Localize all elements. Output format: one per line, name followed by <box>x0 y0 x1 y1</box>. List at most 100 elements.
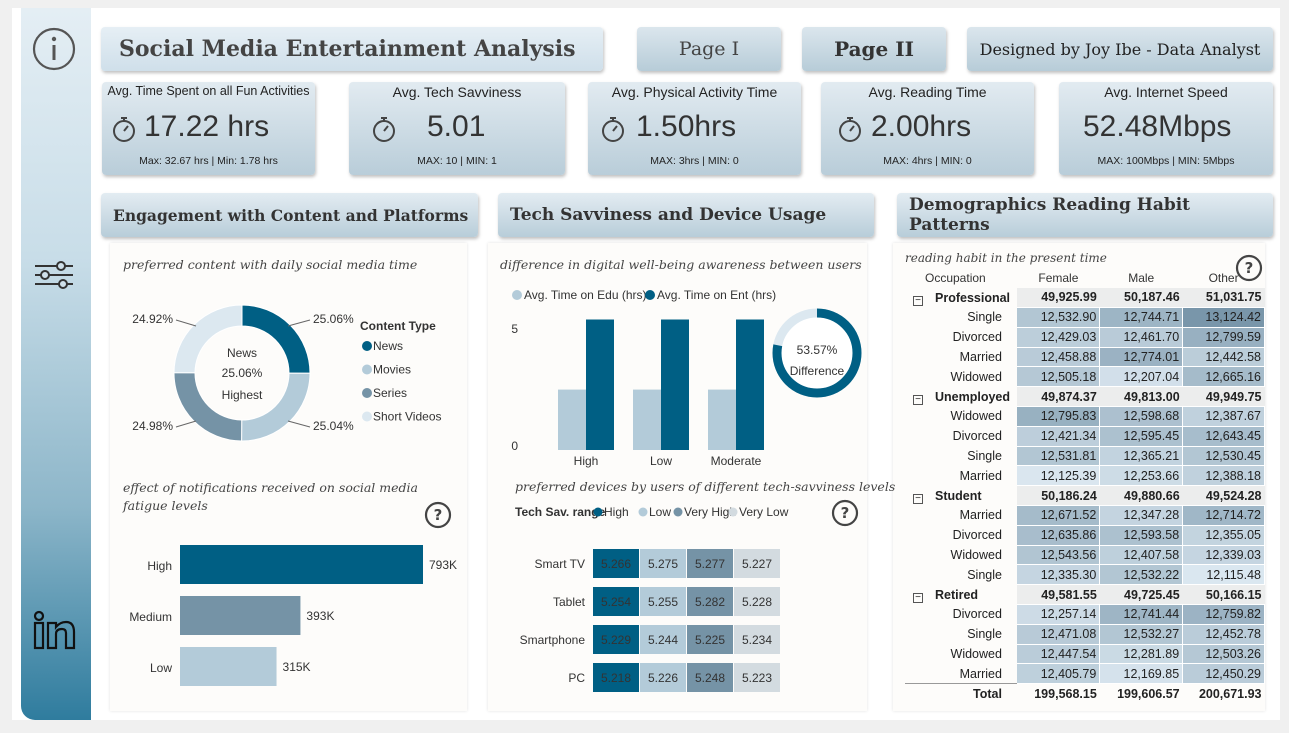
column-header[interactable]: Occupation <box>905 268 1017 288</box>
notif-bar[interactable] <box>180 596 301 635</box>
matrix-group-row[interactable]: − Student 50,186.24 49,880.66 49,524.28 <box>905 485 1265 507</box>
column-bar[interactable] <box>708 389 736 450</box>
notif-chart-title: effect of notifications received on soci… <box>123 480 418 513</box>
leader-line <box>175 420 197 428</box>
column-bar[interactable] <box>633 389 661 450</box>
help-icon[interactable]: ? <box>424 501 452 529</box>
notif-bar[interactable] <box>180 647 277 686</box>
donut-slice[interactable] <box>173 372 243 442</box>
ring-value: 53.57% <box>797 343 838 357</box>
heatmap-value: 5.228 <box>742 595 772 609</box>
matrix-group-row[interactable]: − Retired 49,581.55 49,725.45 50,166.15 <box>905 584 1265 606</box>
legend-swatch <box>638 507 648 517</box>
page-2-button[interactable]: Page II <box>802 27 946 71</box>
matrix-cell: 12,429.03 <box>1016 327 1101 348</box>
matrix-cell: 12,458.88 <box>1016 347 1101 368</box>
filter-sliders-icon[interactable] <box>31 252 77 298</box>
matrix-cell: 12,335.30 <box>1016 564 1101 586</box>
matrix-row: Single 12,531.81 12,365.21 12,530.45 <box>905 446 1265 467</box>
matrix-cell: 12,795.83 <box>1016 406 1101 427</box>
matrix-cell: 12,665.16 <box>1182 366 1265 388</box>
kpi-value: 2.00hrs <box>871 110 972 143</box>
collapse-icon[interactable]: − <box>913 394 923 405</box>
svg-text:?: ? <box>841 504 850 522</box>
matrix-row: Married 12,671.52 12,347.28 12,714.72 <box>905 505 1265 526</box>
row-label: Divorced <box>952 330 1002 345</box>
collapse-icon[interactable]: − <box>913 295 923 306</box>
x-category-label: Moderate <box>711 454 762 468</box>
column-bar[interactable] <box>661 319 689 451</box>
collapse-icon[interactable]: − <box>913 592 923 603</box>
row-label: Single <box>967 449 1002 464</box>
matrix-cell: 12,365.21 <box>1099 446 1184 467</box>
donut-slice[interactable] <box>241 304 311 374</box>
legend-item: High <box>604 505 629 519</box>
column-bar[interactable] <box>586 319 614 451</box>
content-donut-chart[interactable]: 25.06% 25.04% 24.98% 24.92% News 25.06% Highes… <box>110 280 467 460</box>
notification-bar-chart[interactable]: High 793K Medium 393K Low 315K <box>110 535 467 695</box>
matrix-cell: 12,530.45 <box>1182 446 1265 467</box>
legend-swatch <box>512 290 522 300</box>
matrix-cell: 12,407.58 <box>1099 545 1184 566</box>
bar-category-label: High <box>147 559 172 573</box>
donut-slice[interactable] <box>241 372 311 442</box>
column-header[interactable]: Female <box>1017 268 1100 288</box>
matrix-row: Divorced 12,429.03 12,461.70 12,799.59 <box>905 327 1265 348</box>
kpi-internet-speed: Avg. Internet Speed 52.48Mbps MAX: 100Mb… <box>1059 82 1273 175</box>
slice-data-label: 25.06% <box>313 312 354 326</box>
group-total-cell: 50,186.24 <box>1016 485 1100 507</box>
collapse-icon[interactable]: − <box>913 493 923 504</box>
linkedin-icon[interactable] <box>31 608 77 654</box>
wellbeing-column-chart[interactable]: Avg. Time on Edu (hrs) Avg. Time on Ent (… <box>488 280 867 470</box>
matrix-cell: 12,421.34 <box>1016 426 1101 447</box>
group-label[interactable]: − Professional <box>905 288 1017 308</box>
matrix-cell: 13,124.42 <box>1182 307 1265 328</box>
donut-center-value: 25.06% <box>222 366 263 380</box>
matrix-group-row[interactable]: − Professional 49,925.99 50,187.46 51,031.75 <box>905 287 1265 309</box>
sidebar <box>21 8 91 720</box>
matrix-cell: 12,461.70 <box>1099 327 1184 348</box>
reading-habit-matrix[interactable]: Occupation Female Male Other − Profession… <box>905 268 1265 704</box>
group-name: Student <box>935 488 982 503</box>
column-header[interactable]: Other <box>1183 268 1265 288</box>
matrix-cell: 12,595.45 <box>1099 426 1184 447</box>
heatmap-value: 5.254 <box>601 595 631 609</box>
matrix-row: Single 12,532.90 12,744.71 13,124.42 <box>905 307 1265 328</box>
devices-heatmap[interactable]: Tech Sav. rangeHigh Low Very High Very Low S… <box>488 500 828 700</box>
legend-item: News <box>373 339 403 353</box>
legend-swatch <box>362 411 372 422</box>
group-label[interactable]: − Student <box>905 486 1017 506</box>
kpi-title: Avg. Time Spent on all Fun Activities <box>107 84 310 98</box>
donut-slice[interactable] <box>173 304 243 374</box>
group-label[interactable]: − Unemployed <box>905 387 1017 407</box>
column-bar[interactable] <box>558 389 586 450</box>
group-total-cell: 49,874.37 <box>1016 386 1100 408</box>
stopwatch-icon <box>113 117 135 142</box>
kpi-value: 1.50hrs <box>636 110 737 143</box>
kpi-title: Avg. Internet Speed <box>1104 84 1228 100</box>
matrix-group-row[interactable]: − Unemployed 49,874.37 49,813.00 49,949.75 <box>905 386 1265 408</box>
bar-category-label: Medium <box>129 610 172 624</box>
leader-line <box>175 319 197 327</box>
matrix-cell: 12,169.85 <box>1099 663 1184 685</box>
legend-item: Low <box>649 505 671 519</box>
matrix-row: Married 12,125.39 12,253.66 12,388.18 <box>905 465 1265 487</box>
heatmap-value: 5.223 <box>742 671 772 685</box>
column-bar[interactable] <box>736 319 764 451</box>
info-icon[interactable] <box>31 26 77 72</box>
leader-line <box>287 319 311 327</box>
column-header[interactable]: Male <box>1100 268 1183 288</box>
notif-bar[interactable] <box>180 545 423 584</box>
matrix-cell: 12,281.89 <box>1099 644 1184 665</box>
group-total-cell: 49,581.55 <box>1016 584 1100 606</box>
slice-data-label: 24.98% <box>132 419 173 433</box>
help-icon[interactable]: ? <box>831 499 859 527</box>
donut-center-sub: Highest <box>222 388 263 402</box>
kpi-value: 17.22 hrs <box>144 110 270 143</box>
page-1-button[interactable]: Page I <box>637 27 781 71</box>
matrix-row: Married 12,405.79 12,169.85 12,450.29 <box>905 663 1265 685</box>
legend-swatch <box>362 388 372 398</box>
row-label: Widowed <box>950 409 1002 424</box>
group-label[interactable]: − Retired <box>905 585 1017 605</box>
matrix-row: Single 12,335.30 12,532.22 12,115.48 <box>905 564 1265 586</box>
